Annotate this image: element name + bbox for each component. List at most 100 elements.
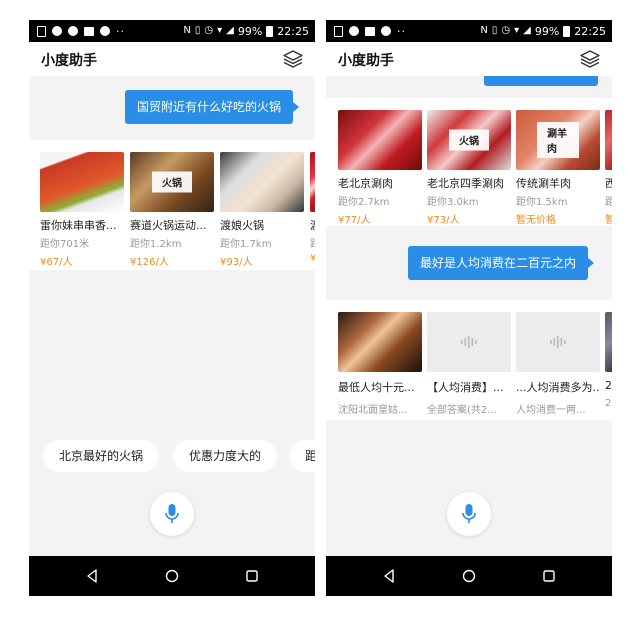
more-notifications-icon: ·· [397, 24, 406, 38]
battery-icon [266, 25, 274, 37]
restaurant-name: 老北京四季涮肉 [427, 177, 504, 190]
restaurant-price: ¥93/人 [220, 257, 253, 268]
restaurant-card[interactable]: 渡娘火锅 距你1.7km ¥93/人 [220, 152, 304, 268]
home-icon[interactable] [164, 568, 180, 584]
suggestion-chip[interactable]: 优惠力度大的 [173, 440, 278, 472]
vibrate-icon: ▯ [491, 25, 498, 36]
restaurant-photo [605, 110, 612, 170]
layers-icon[interactable] [283, 50, 303, 68]
microphone-icon [462, 504, 476, 523]
app-title: 小度助手 [41, 53, 97, 69]
restaurant-distance: 距你701米 [40, 239, 90, 250]
phone-screen-right: ·· N ▯ ◷ ▾ ◢ 99% 22:25 小度助手 老北京涮肉 距你2.7k… [326, 20, 612, 596]
phone-screen-left: ·· N ▯ ◷ ▾ ◢ 99% 22:25 小度助手 国贸附近有什么好吃的火锅… [29, 20, 315, 596]
restaurant-name: 赛道火锅运动... [130, 219, 207, 232]
notification-icons: ·· [334, 20, 406, 42]
restaurant-card[interactable]: 老北京涮肉 距你2.7km ¥77/人 [338, 110, 422, 226]
user-message-bubble: 最好是人均消费在二百元之内 [408, 246, 595, 280]
restaurant-card[interactable]: 火锅 赛道火锅运动... 距你1.2km ¥126/人 [130, 152, 214, 268]
image-icon [84, 26, 94, 36]
search-result-card[interactable]: 最低人均十元... 沈阳北面皇姑... [338, 312, 422, 416]
mic-button[interactable] [447, 492, 491, 536]
result-snippet: 2 [605, 398, 612, 409]
user-message-bubble: 国贸附近有什么好吃的火锅 [125, 90, 300, 124]
restaurant-photo: 涮羊肉 [516, 110, 600, 170]
category-tag: 火锅 [152, 171, 192, 193]
restaurant-name: 雷你妹串串香... [40, 219, 117, 232]
notification-icon [381, 26, 391, 36]
system-status: N ▯ ◷ ▾ ◢ 99% 22:25 [480, 20, 606, 42]
restaurant-photo [40, 152, 124, 212]
restaurant-card-list[interactable]: 雷你妹串串香... 距你701米 ¥67/人 火锅 赛道火锅运动... 距你1.… [29, 140, 315, 270]
back-icon[interactable] [84, 568, 100, 584]
restaurant-distance: 距你1.7km [220, 239, 272, 250]
battery-icon [563, 25, 571, 37]
restaurant-name: 西 [605, 177, 612, 190]
restaurant-card[interactable]: 雷你妹串串香... 距你701米 ¥67/人 [40, 152, 124, 268]
restaurant-price: ¥126/人 [130, 257, 169, 268]
restaurant-distance: 距 [310, 235, 315, 250]
clock: 22:25 [277, 24, 309, 38]
battery-percent: 99% [534, 24, 560, 38]
result-photo [427, 312, 511, 372]
restaurant-name: 传统涮羊肉 [516, 177, 571, 190]
recents-icon[interactable] [541, 568, 557, 584]
search-result-card[interactable]: 【人均消费】... 全部答案(共2... [427, 312, 511, 416]
wifi-icon: ▾ [514, 25, 520, 36]
notification-icon [52, 26, 62, 36]
restaurant-price: 暂无价格 [516, 215, 556, 226]
restaurant-photo: 火锅 [427, 110, 511, 170]
search-result-card[interactable]: ...人均消费多为... 人均消费一两... [516, 312, 600, 416]
restaurant-card[interactable]: 渡 距 ¥ [310, 152, 315, 264]
restaurant-price: ¥77/人 [338, 215, 371, 226]
clock: 22:25 [574, 24, 606, 38]
phone-icon [37, 25, 46, 37]
restaurant-distance: 距你3.0km [427, 197, 479, 208]
restaurant-card[interactable]: 西 距 暂 [605, 110, 612, 226]
restaurant-price: ¥ [310, 253, 315, 264]
restaurant-name: 渡 [310, 217, 315, 233]
restaurant-price: ¥67/人 [40, 257, 73, 268]
restaurant-distance: 距你1.2km [130, 239, 182, 250]
status-bar: ·· N ▯ ◷ ▾ ◢ 99% 22:25 [29, 20, 315, 42]
home-icon[interactable] [461, 568, 477, 584]
notification-icon [100, 26, 110, 36]
chat-area[interactable]: 国贸附近有什么好吃的火锅 雷你妹串串香... 距你701米 ¥67/人 火锅 赛… [29, 76, 315, 552]
restaurant-price: 暂 [605, 215, 612, 226]
chat-area[interactable]: 老北京涮肉 距你2.7km ¥77/人 火锅 老北京四季涮肉 距你3.0km ¥… [326, 76, 612, 552]
result-title: 最低人均十元... [338, 381, 415, 394]
restaurant-card[interactable]: 涮羊肉 传统涮羊肉 距你1.5km 暂无价格 [516, 110, 600, 226]
signal-icon: ◢ [226, 25, 234, 36]
wifi-icon: ▾ [217, 25, 223, 36]
category-tag: 火锅 [449, 129, 489, 151]
search-result-list[interactable]: 最低人均十元... 沈阳北面皇姑... 【人均消费】... 全部答案(共2... [326, 300, 612, 420]
more-notifications-icon: ·· [116, 24, 125, 38]
recents-icon[interactable] [244, 568, 260, 584]
restaurant-card-list[interactable]: 老北京涮肉 距你2.7km ¥77/人 火锅 老北京四季涮肉 距你3.0km ¥… [326, 98, 612, 226]
alarm-icon: ◷ [501, 25, 511, 36]
suggestion-chip[interactable]: 距 [289, 440, 315, 472]
alarm-icon: ◷ [204, 25, 214, 36]
mic-button[interactable] [150, 492, 194, 536]
layers-icon[interactable] [580, 50, 600, 68]
previous-message-bubble [484, 76, 598, 86]
app-title: 小度助手 [338, 53, 394, 69]
suggestion-chip[interactable]: 北京最好的火锅 [43, 440, 160, 472]
restaurant-price: ¥73/人 [427, 215, 460, 226]
phone-icon [334, 25, 343, 37]
search-result-card[interactable]: 2 2 [605, 312, 612, 409]
result-snippet: 全部答案(共2... [427, 405, 497, 416]
restaurant-distance: 距 [605, 197, 612, 208]
notification-icon [349, 26, 359, 36]
restaurant-card[interactable]: 火锅 老北京四季涮肉 距你3.0km ¥73/人 [427, 110, 511, 226]
back-icon[interactable] [381, 568, 397, 584]
result-photo [605, 312, 612, 372]
result-photo [516, 312, 600, 372]
nfc-icon: N [183, 25, 191, 36]
restaurant-distance: 距你2.7km [338, 197, 390, 208]
restaurant-photo [220, 152, 304, 212]
result-title: ...人均消费多为... [516, 381, 600, 394]
status-bar: ·· N ▯ ◷ ▾ ◢ 99% 22:25 [326, 20, 612, 42]
restaurant-photo: 火锅 [130, 152, 214, 212]
signal-icon: ◢ [523, 25, 531, 36]
